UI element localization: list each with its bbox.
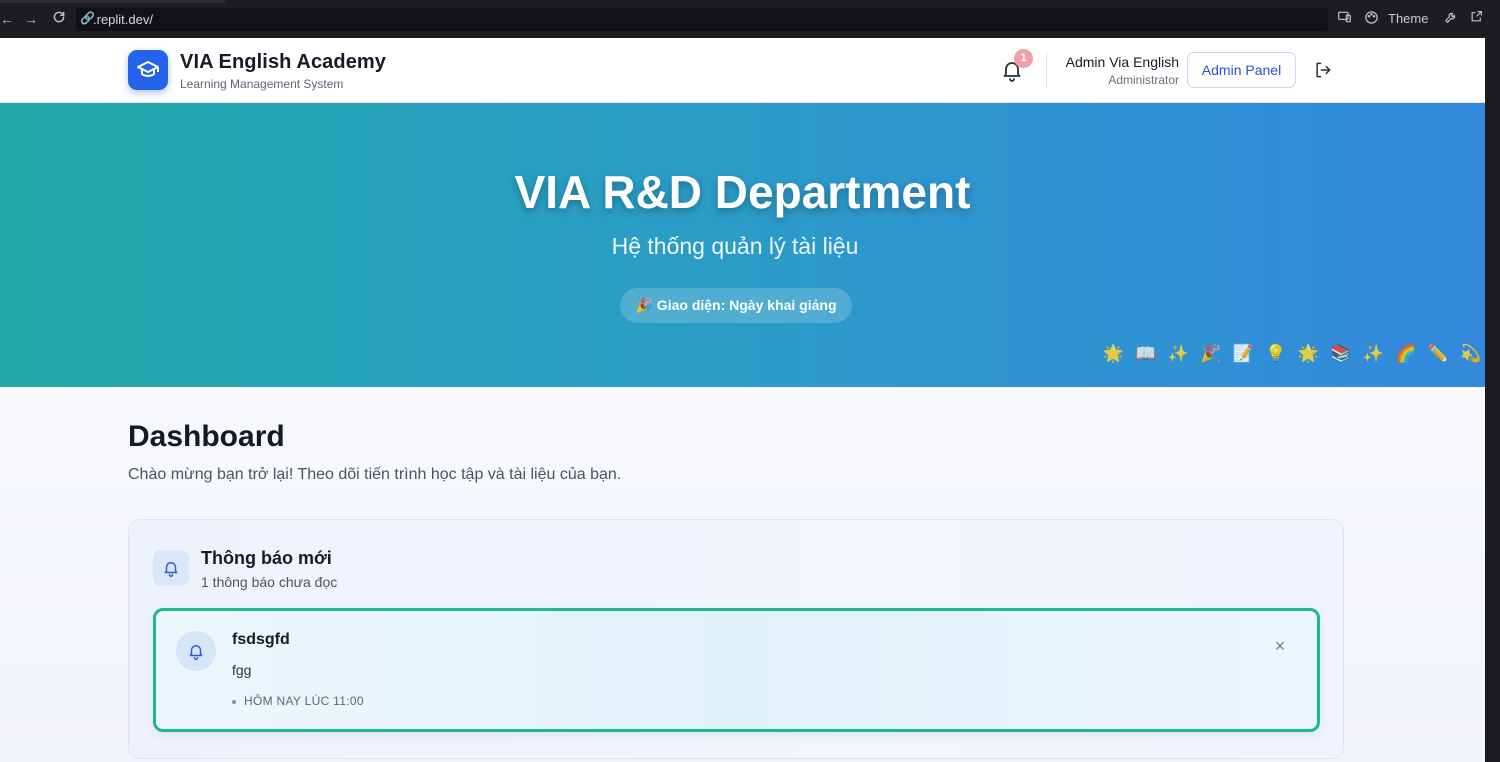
theme-label[interactable]: Theme xyxy=(1388,10,1428,28)
header-divider xyxy=(1046,52,1047,88)
notification-count-badge: 1 xyxy=(1014,49,1033,68)
notification-body: fgg xyxy=(232,662,252,678)
decoration-emoji: 💡 xyxy=(1265,344,1287,363)
theme-badge: 🎉 Giao diện: Ngày khai giảng xyxy=(620,288,852,323)
arrow-right-icon[interactable]: → xyxy=(24,10,38,28)
bullet-dot xyxy=(232,700,236,704)
close-icon[interactable]: × xyxy=(1271,637,1289,655)
decoration-emoji: 🌟 xyxy=(1102,344,1124,363)
page-subtitle: Chào mừng bạn trở lại! Theo dõi tiến trì… xyxy=(128,466,622,483)
bell-icon xyxy=(153,550,189,586)
decoration-row: 🌟 📖 ✨ 🎉 📝 💡 🌟 📚 ✨ 🌈 ✏️ 💫 xyxy=(1097,343,1485,365)
palette-icon[interactable] xyxy=(1364,10,1379,30)
hero-title: VIA R&D Department xyxy=(514,166,971,218)
decoration-emoji: 📖 xyxy=(1135,344,1157,363)
app-header: VIA English Academy Learning Management … xyxy=(0,38,1485,103)
decoration-emoji: ✏️ xyxy=(1427,344,1449,363)
brand-title[interactable]: VIA English Academy xyxy=(180,51,386,74)
notification-item[interactable]: fsdsgfd fgg HÔM NAY LÚC 11:00 × xyxy=(153,608,1320,732)
main-content: Dashboard Chào mừng bạn trở lại! Theo dõ… xyxy=(0,387,1485,762)
notification-time: HÔM NAY LÚC 11:00 xyxy=(244,694,364,708)
decoration-emoji: 📚 xyxy=(1330,344,1352,363)
decoration-emoji: 🎉 xyxy=(1200,344,1222,363)
decoration-emoji: ✨ xyxy=(1167,344,1189,363)
hero-subtitle: Hệ thống quản lý tài liệu xyxy=(611,233,859,259)
admin-panel-button[interactable]: Admin Panel xyxy=(1187,52,1296,88)
user-role: Administrator xyxy=(1108,73,1179,87)
bell-icon xyxy=(176,631,216,671)
reload-icon[interactable] xyxy=(52,10,66,28)
address-bar[interactable]: 🔗 .replit.dev/ xyxy=(76,8,1328,31)
brand-subtitle: Learning Management System xyxy=(180,77,344,91)
decoration-emoji: 📝 xyxy=(1232,344,1254,363)
logout-icon[interactable] xyxy=(1313,60,1335,82)
url-text: .replit.dev/ xyxy=(93,12,153,27)
decoration-emoji: 🌈 xyxy=(1395,344,1417,363)
hero-banner: VIA R&D Department Hệ thống quản lý tài … xyxy=(0,103,1485,387)
decoration-emoji: 💫 xyxy=(1460,344,1482,363)
graduation-cap-icon[interactable] xyxy=(128,50,168,90)
active-tab-indicator xyxy=(0,0,225,3)
external-link-icon[interactable] xyxy=(1470,10,1483,28)
user-name: Admin Via English xyxy=(1065,54,1179,70)
arrow-left-icon[interactable]: ← xyxy=(0,10,14,28)
notifications-unread-count: 1 thông báo chưa đọc xyxy=(201,574,338,590)
decoration-emoji: 🌟 xyxy=(1297,344,1319,363)
page-title: Dashboard xyxy=(128,420,285,453)
notifications-card: Thông báo mới 1 thông báo chưa đọc fsdsg… xyxy=(128,519,1344,759)
page-scrollbar[interactable] xyxy=(1485,38,1500,762)
notifications-title: Thông báo mới xyxy=(201,548,332,568)
decoration-emoji: ✨ xyxy=(1362,344,1384,363)
browser-toolbar: ← → 🔗 .replit.dev/ Theme xyxy=(0,0,1500,38)
wrench-icon[interactable] xyxy=(1444,10,1458,29)
notification-title: fsdsgfd xyxy=(232,631,290,648)
devices-icon[interactable] xyxy=(1337,10,1352,29)
